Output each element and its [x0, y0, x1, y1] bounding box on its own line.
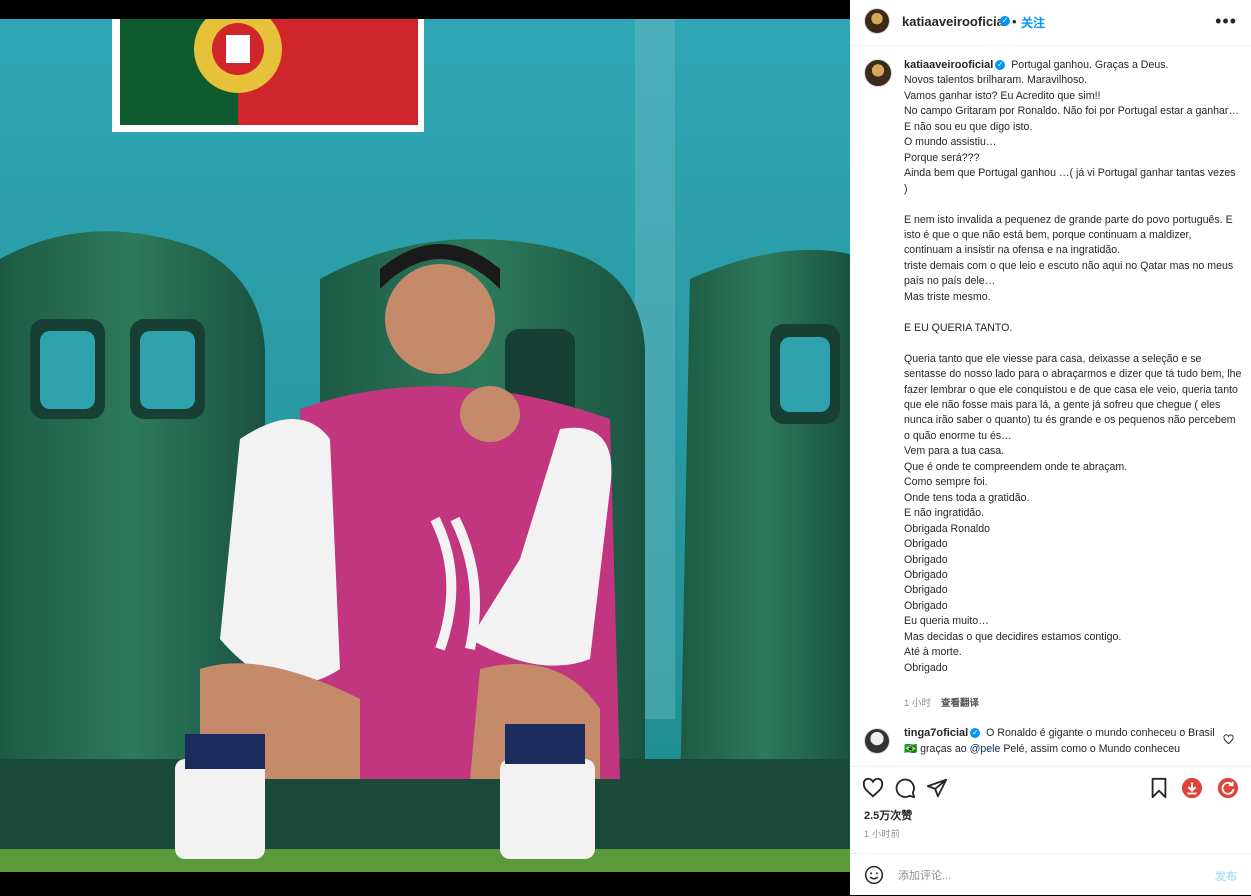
- caption-line: Como sempre foi.: [904, 476, 988, 489]
- caption-line: triste demais com o que leio e escuto nã…: [904, 259, 1237, 288]
- verified-badge-icon: ✓: [995, 60, 1006, 70]
- flag-portugal: [112, 19, 424, 132]
- comment-input[interactable]: [896, 864, 1200, 888]
- emoji-icon[interactable]: [864, 865, 884, 885]
- comment-item: tinga7oficial ✓ O Ronaldo é gigante o mun…: [864, 726, 1244, 761]
- caption-line: Até à morte.: [904, 646, 962, 659]
- caption-line: Obrigado: [904, 538, 948, 551]
- comment-body-end: Pelé, assim como o Mundo conheceu: [1000, 742, 1181, 755]
- author-username[interactable]: katiaaveirooficial: [902, 14, 1008, 29]
- caption-line: E nem isto invalida a pequenez de grande…: [904, 213, 1236, 257]
- verified-badge-icon: ✓: [970, 728, 981, 738]
- instagram-post-modal: katiaaveirooficial ✓ • 关注 ••• katiaaveir…: [0, 0, 1251, 895]
- caption-username[interactable]: katiaaveirooficial: [904, 59, 993, 71]
- verified-badge-icon: ✓: [1000, 16, 1010, 26]
- comment-like-heart-icon[interactable]: [1223, 734, 1234, 745]
- caption-line: E não sou eu que digo isto.: [904, 120, 1033, 133]
- share-icon[interactable]: [926, 777, 948, 799]
- follow-button[interactable]: 关注: [1021, 14, 1045, 31]
- caption-text: katiaaveirooficial ✓ Portugal ganhou. Gra…: [904, 58, 1242, 676]
- caption-line: Obrigado: [904, 568, 948, 581]
- like-count[interactable]: 2.5万次赞: [864, 807, 912, 823]
- caption-line: Vamos ganhar isto? Eu Acredito que sim!!: [904, 89, 1101, 102]
- avatar[interactable]: [864, 728, 890, 754]
- caption-line: [904, 336, 1242, 351]
- avatar[interactable]: [864, 59, 892, 87]
- caption-time[interactable]: 1 小时: [904, 698, 931, 709]
- caption-meta: 1 小时 查看翻译: [904, 695, 989, 709]
- post-comment-button[interactable]: 发布: [1215, 868, 1237, 884]
- caption-line: E EU QUERIA TANTO.: [904, 321, 1013, 334]
- bookmark-icon[interactable]: [1148, 777, 1170, 799]
- comment-username[interactable]: tinga7oficial: [904, 727, 968, 739]
- caption-line: [904, 197, 1242, 212]
- caption-line: Ainda bem que Portugal ganhou …( já vi P…: [904, 167, 1239, 195]
- comment-text: tinga7oficial ✓ O Ronaldo é gigante o mun…: [904, 726, 1224, 757]
- caption-line: Obrigado: [904, 584, 948, 597]
- caption-line: Vem para a tua casa.: [904, 445, 1005, 458]
- header-separator: •: [1012, 14, 1017, 29]
- caption-line: Obrigado: [904, 599, 948, 612]
- more-options-icon[interactable]: •••: [1215, 11, 1237, 32]
- caption-line: Queria tanto que ele viesse para casa, d…: [904, 352, 1245, 442]
- refresh-icon[interactable]: [1217, 777, 1239, 799]
- caption-line: Obrigada Ronaldo: [904, 522, 990, 535]
- caption-line: Mas triste mesmo.: [904, 290, 991, 303]
- comment-icon[interactable]: [894, 777, 916, 799]
- caption-line: Obrigado: [904, 553, 948, 566]
- download-icon[interactable]: [1181, 777, 1203, 799]
- caption-line: No campo Gritaram por Ronaldo. Não foi p…: [904, 105, 1240, 118]
- caption-line: Novos talentos brilharam. Maravilhoso.: [904, 74, 1088, 87]
- caption-line: Eu queria muito…: [904, 615, 989, 628]
- see-translation-button[interactable]: 查看翻译: [941, 698, 979, 709]
- comment-mention-link[interactable]: @pele: [970, 743, 1001, 755]
- caption-line: O mundo assistiu…: [904, 136, 997, 149]
- post-image: [0, 19, 850, 872]
- caption-line: Onde tens toda a gratidão.: [904, 491, 1030, 504]
- caption-line: Portugal ganhou. Graças a Deus.: [1011, 59, 1169, 71]
- caption-line: Obrigado: [904, 661, 948, 674]
- caption-line: Porque será???: [904, 151, 980, 164]
- post-timestamp[interactable]: 1 小时前: [864, 827, 900, 840]
- caption-line: E não ingratidão.: [904, 507, 985, 520]
- avatar[interactable]: [864, 8, 890, 34]
- caption-line: Que é onde te compreendem onde te abraça…: [904, 460, 1128, 473]
- caption-line: [904, 305, 1242, 320]
- caption-line: Mas decidas o que decidires estamos cont…: [904, 630, 1122, 643]
- post-header: katiaaveirooficial ✓ • 关注 •••: [850, 0, 1251, 46]
- heart-icon[interactable]: [862, 777, 884, 799]
- add-comment-bar: 发布: [850, 853, 1251, 896]
- post-actions-bar: [850, 766, 1251, 807]
- post-side-panel: katiaaveirooficial ✓ • 关注 ••• katiaaveir…: [850, 0, 1251, 895]
